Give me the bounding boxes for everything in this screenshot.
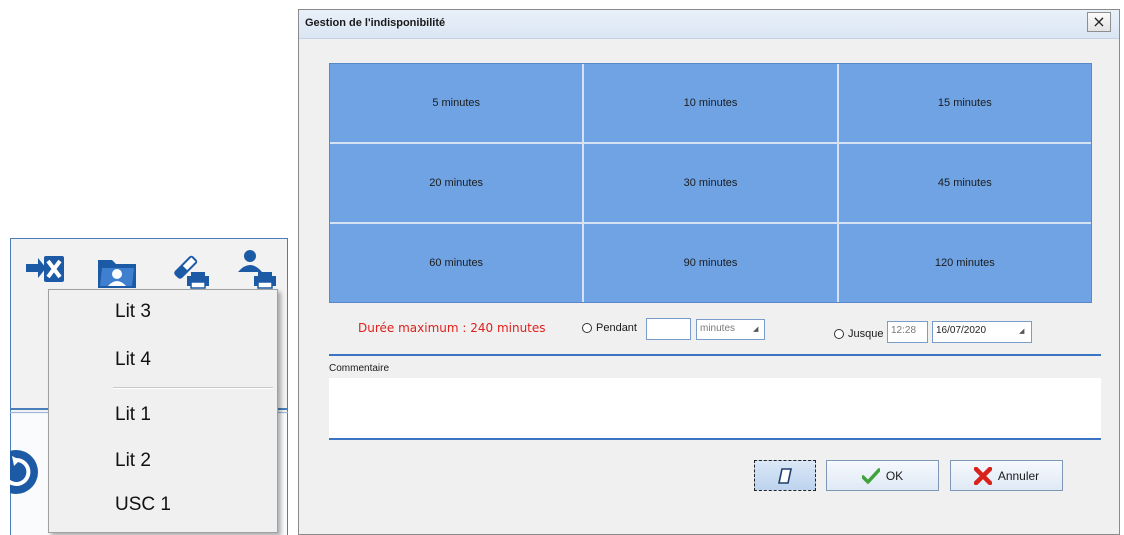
- clear-button[interactable]: [754, 460, 816, 491]
- pendant-radio[interactable]: [582, 323, 592, 333]
- duration-tile-30[interactable]: 30 minutes: [584, 144, 837, 222]
- context-menu: Lit 3 Lit 4 Lit 1 Lit 2 USC 1: [48, 289, 278, 533]
- cancel-x-icon: [973, 466, 992, 485]
- menu-item-usc-1[interactable]: USC 1: [49, 484, 277, 526]
- dialog-title: Gestion de l'indisponibilité: [305, 17, 446, 29]
- patient-folder-icon[interactable]: [96, 254, 140, 290]
- refresh-icon[interactable]: [10, 448, 40, 496]
- ok-button[interactable]: OK: [826, 460, 939, 491]
- user-print-icon[interactable]: [234, 248, 280, 290]
- comment-separator-bottom: [329, 438, 1101, 440]
- menu-item-lit-4[interactable]: Lit 4: [49, 339, 277, 381]
- unit-select-value: minutes: [700, 323, 736, 334]
- comment-textarea[interactable]: [329, 378, 1101, 438]
- duration-grid: 5 minutes 10 minutes 15 minutes 20 minut…: [329, 63, 1092, 303]
- duration-tile-5[interactable]: 5 minutes: [330, 64, 583, 142]
- max-duration-text: Durée maximum : 240 minutes: [358, 321, 546, 335]
- date-picker[interactable]: 16/07/2020 ◢: [932, 321, 1032, 343]
- close-button[interactable]: ×: [1087, 12, 1111, 32]
- menu-item-lit-1[interactable]: Lit 1: [49, 394, 277, 436]
- time-input[interactable]: 12:28: [887, 321, 928, 343]
- menu-separator: [113, 387, 273, 389]
- pendant-input[interactable]: [646, 318, 691, 340]
- jusque-radio[interactable]: [834, 329, 844, 339]
- duration-tile-10[interactable]: 10 minutes: [584, 64, 837, 142]
- duration-tile-60[interactable]: 60 minutes: [330, 224, 583, 302]
- date-picker-value: 16/07/2020: [936, 325, 987, 336]
- duration-tile-15[interactable]: 15 minutes: [838, 64, 1091, 142]
- unit-select[interactable]: minutes ◢: [696, 319, 765, 340]
- pencil-print-icon[interactable]: [167, 250, 213, 290]
- menu-item-lit-2[interactable]: Lit 2: [49, 440, 277, 482]
- jusque-label: Jusque: [848, 328, 884, 340]
- duration-tile-45[interactable]: 45 minutes: [838, 144, 1091, 222]
- duration-tile-20[interactable]: 20 minutes: [330, 144, 583, 222]
- cancel-button[interactable]: Annuler: [950, 460, 1063, 491]
- pendant-label: Pendant: [596, 322, 637, 334]
- comment-separator-top: [329, 354, 1101, 356]
- chevron-down-icon: ◢: [1019, 328, 1025, 335]
- checkmark-icon: [861, 467, 880, 484]
- comment-label: Commentaire: [329, 363, 390, 374]
- duration-tile-120[interactable]: 120 minutes: [838, 224, 1091, 302]
- ok-label: OK: [885, 468, 904, 483]
- swap-close-icon[interactable]: [24, 254, 66, 284]
- menu-item-lit-3[interactable]: Lit 3: [49, 291, 277, 333]
- cancel-label: Annuler: [997, 468, 1040, 483]
- duration-tile-90[interactable]: 90 minutes: [584, 224, 837, 302]
- dialog-title-bar[interactable]: Gestion de l'indisponibilité ×: [299, 10, 1119, 39]
- close-icon: ×: [1092, 12, 1106, 31]
- eraser-icon: [778, 467, 792, 484]
- unavailability-dialog: Gestion de l'indisponibilité × 5 minutes…: [298, 9, 1120, 535]
- chevron-down-icon: ◢: [753, 326, 759, 333]
